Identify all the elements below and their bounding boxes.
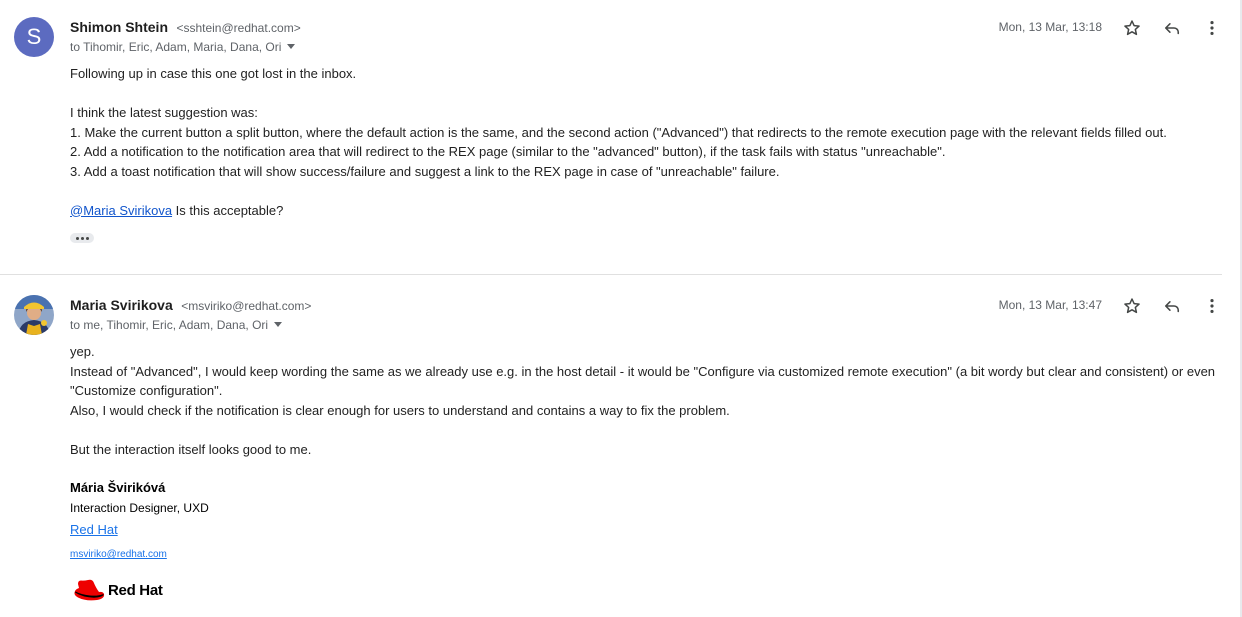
recipients-text: to Tihomir, Eric, Adam, Maria, Dana, Ori xyxy=(70,40,282,54)
recipients-text: to me, Tihomir, Eric, Adam, Dana, Ori xyxy=(70,318,269,332)
mention-suffix: Is this acceptable? xyxy=(172,202,284,218)
signature-title: Interaction Designer, UXD xyxy=(70,501,209,515)
star-icon xyxy=(1124,20,1140,36)
reply-icon xyxy=(1164,23,1180,35)
message-maria: Maria Svirikova <msviriko@redhat.com> to… xyxy=(0,275,1222,617)
avatar[interactable] xyxy=(14,295,54,335)
message-shimon: S Shimon Shtein <sshtein@redhat.com> to … xyxy=(0,0,1222,274)
chevron-down-icon xyxy=(287,44,296,50)
show-trimmed-content-button[interactable] xyxy=(70,233,94,243)
body-line: But the interaction itself looks good to… xyxy=(70,441,312,457)
star-icon xyxy=(1124,298,1140,314)
body-line: Following up in case this one got lost i… xyxy=(70,66,357,81)
recipients-toggle[interactable]: to me, Tihomir, Eric, Adam, Dana, Ori xyxy=(70,317,283,333)
reply-button[interactable] xyxy=(1162,18,1182,38)
more-vert-icon xyxy=(1210,299,1214,313)
dot xyxy=(75,236,79,240)
body-line: Also, I would check if the notification … xyxy=(70,402,730,418)
message-date: Mon, 13 Mar, 13:47 xyxy=(998,298,1102,312)
mention-line: @Maria Svirikova Is this acceptable? xyxy=(70,201,1220,221)
reply-icon xyxy=(1164,301,1180,313)
message-date: Mon, 13 Mar, 13:18 xyxy=(998,20,1102,34)
body-line: yep. xyxy=(70,344,95,359)
dot xyxy=(85,236,89,240)
sender-email: <msviriko@redhat.com> xyxy=(181,299,312,313)
recipients-toggle[interactable]: to Tihomir, Eric, Adam, Maria, Dana, Ori xyxy=(70,39,296,55)
reply-button[interactable] xyxy=(1162,296,1182,316)
dot xyxy=(80,236,84,240)
sender-line: Maria Svirikova <msviriko@redhat.com> xyxy=(70,296,311,315)
body-line: Instead of "Advanced", I would keep word… xyxy=(70,363,1216,399)
body-line: I think the latest suggestion was: xyxy=(70,105,258,120)
sender-name[interactable]: Maria Svirikova xyxy=(70,297,173,313)
more-options-button[interactable] xyxy=(1202,296,1222,316)
logo-wordmark: Red Hat xyxy=(108,581,163,599)
red-hat-logo-icon xyxy=(74,579,105,601)
chevron-down-icon xyxy=(274,322,283,328)
body-line: 3. Add a toast notification that will sh… xyxy=(70,163,780,179)
sender-line: Shimon Shtein <sshtein@redhat.com> xyxy=(70,18,301,37)
sender-email: <sshtein@redhat.com> xyxy=(176,21,301,35)
star-button[interactable] xyxy=(1122,296,1142,316)
red-hat-logo[interactable]: Red Hat xyxy=(72,577,163,603)
mention-link[interactable]: @Maria Svirikova xyxy=(70,203,172,218)
more-vert-icon xyxy=(1210,21,1214,35)
signature-company-link[interactable]: Red Hat xyxy=(70,521,118,539)
signature-email-link[interactable]: msviriko@redhat.com xyxy=(70,548,167,562)
signature-name: Mária Švirikóvá xyxy=(70,480,166,495)
avatar[interactable]: S xyxy=(14,17,54,57)
star-button[interactable] xyxy=(1122,18,1142,38)
sender-name[interactable]: Shimon Shtein xyxy=(70,19,168,35)
message-body: yep. Instead of "Advanced", I would keep… xyxy=(70,342,1220,459)
message-body: Following up in case this one got lost i… xyxy=(70,64,1220,220)
email-thread: S Shimon Shtein <sshtein@redhat.com> to … xyxy=(0,0,1222,617)
body-line: 2. Add a notification to the notificatio… xyxy=(70,144,946,159)
more-options-button[interactable] xyxy=(1202,18,1222,38)
body-line: 1. Make the current button a split butto… xyxy=(70,124,1167,140)
